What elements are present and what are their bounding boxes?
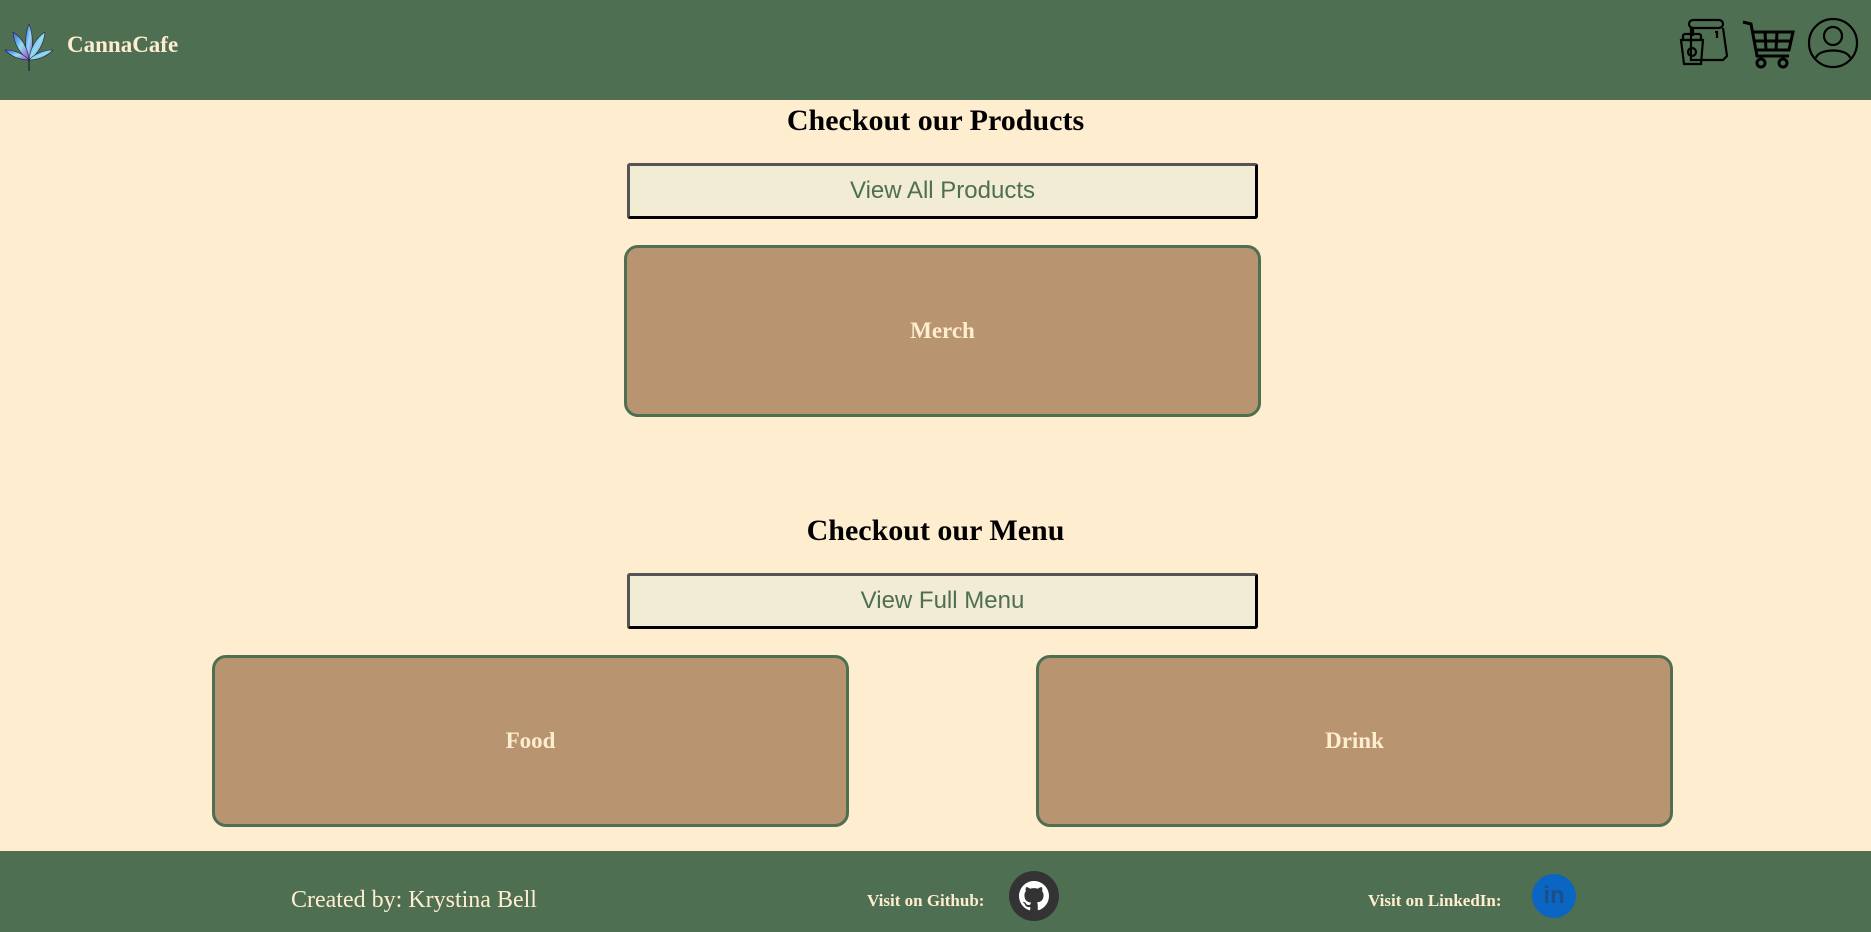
credit-text: Created by: Krystina Bell (291, 887, 537, 913)
view-all-products-button[interactable]: View All Products (627, 163, 1258, 219)
linkedin-icon: in (1543, 882, 1565, 909)
footer: Created by: Krystina Bell Visit on Githu… (0, 851, 1871, 932)
view-full-menu-button[interactable]: View Full Menu (627, 573, 1258, 629)
drink-card[interactable]: Drink (1036, 655, 1673, 827)
user-icon[interactable] (1806, 16, 1860, 70)
food-card[interactable]: Food (212, 655, 849, 827)
header: CannaCafe (0, 0, 1871, 100)
brand-name[interactable]: CannaCafe (67, 32, 178, 58)
cannabis-leaf-logo[interactable] (4, 24, 54, 72)
linkedin-link[interactable]: in (1532, 874, 1576, 918)
github-icon (1019, 881, 1049, 911)
github-link[interactable] (1009, 871, 1059, 921)
products-heading: Checkout our Products (786, 104, 1085, 137)
github-label: Visit on Github: (867, 891, 985, 910)
merch-card[interactable]: Merch (624, 245, 1261, 417)
linkedin-label: Visit on LinkedIn: (1368, 891, 1502, 910)
menu-heading: Checkout our Menu (806, 514, 1065, 547)
coffee-bag-icon[interactable] (1677, 16, 1731, 70)
cart-icon[interactable] (1741, 16, 1795, 70)
